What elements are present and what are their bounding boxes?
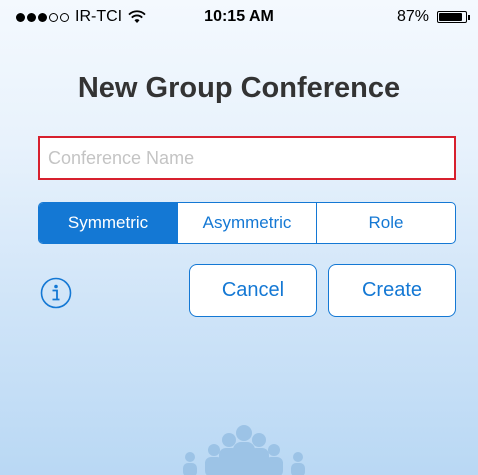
battery-percent: 87%: [396, 8, 429, 25]
conference-type-segmented-control: Symmetric Asymmetric Role: [38, 202, 456, 244]
status-bar: IR-TCI 10:15 AM 87%: [0, 0, 478, 36]
segment-asymmetric[interactable]: Asymmetric: [177, 203, 316, 243]
cancel-button[interactable]: Cancel: [189, 264, 317, 317]
battery-fill: [439, 13, 462, 21]
status-right: 87%: [397, 8, 470, 26]
page-title: New Group Conference: [77, 72, 401, 104]
battery-body: [437, 11, 467, 23]
info-icon[interactable]: [40, 277, 72, 309]
app-screen: IR-TCI 10:15 AM 87% New Group Conference: [0, 0, 478, 475]
battery-icon: [437, 11, 470, 23]
segment-role[interactable]: Role: [316, 203, 455, 243]
segment-symmetric[interactable]: Symmetric: [39, 203, 177, 243]
create-button[interactable]: Create: [328, 264, 456, 317]
battery-tip: [468, 14, 470, 20]
people-group-icon: [168, 424, 318, 475]
conference-name-input[interactable]: [38, 136, 456, 180]
